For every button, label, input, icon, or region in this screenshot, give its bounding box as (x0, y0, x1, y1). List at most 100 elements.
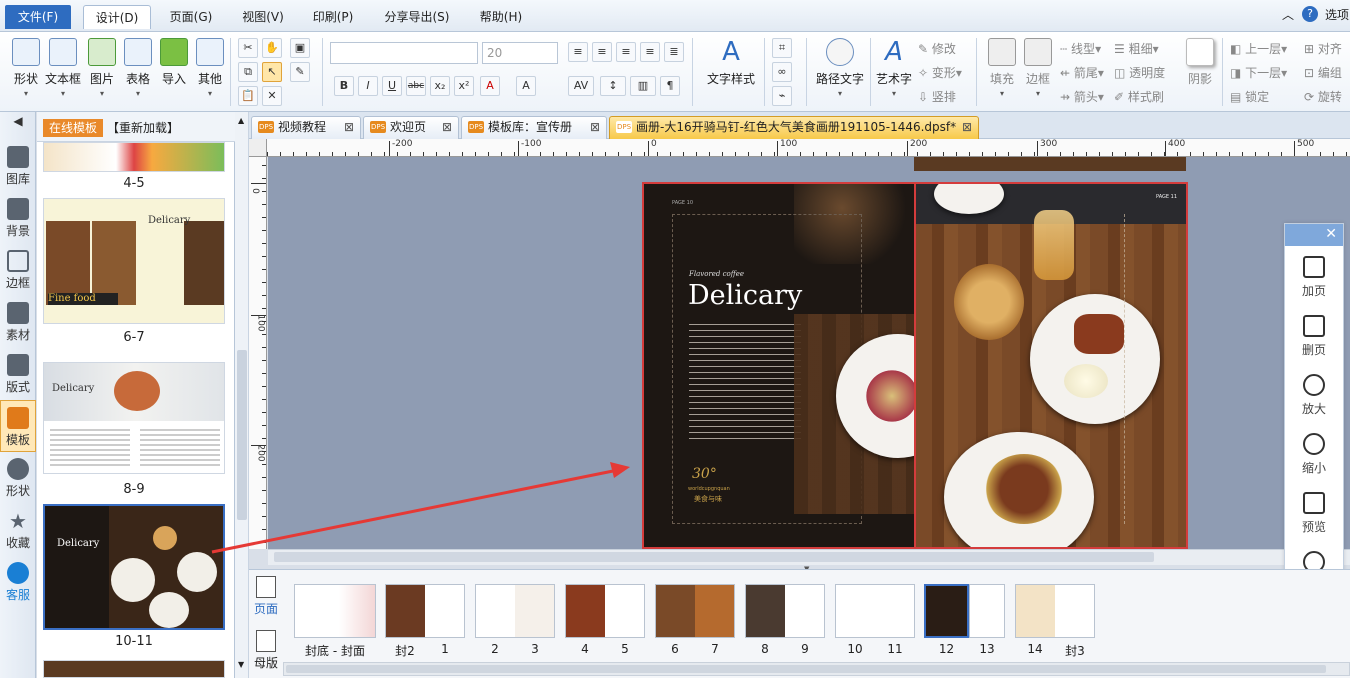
italic-button[interactable]: I (358, 76, 378, 96)
shape-button[interactable]: 形状 ▾ (8, 36, 44, 98)
tab-video-tutorial[interactable]: DPS 视频教程 ⊠ (251, 116, 361, 139)
strikethrough-button[interactable]: abc (406, 76, 426, 96)
scroll-up-icon[interactable]: ▲ (238, 116, 244, 125)
material-tab[interactable]: 素材 (0, 296, 36, 348)
image-button[interactable]: 图片 ▾ (84, 36, 120, 98)
tab-welcome[interactable]: DPS 欢迎页 ⊠ (363, 116, 459, 139)
page-strip-scrollbar[interactable] (283, 662, 1350, 676)
close-icon[interactable]: ✕ (1325, 226, 1337, 242)
page-thumb[interactable] (565, 584, 645, 638)
preview-button[interactable]: 预览 (1285, 492, 1343, 535)
tab-template-library[interactable]: DPS 模板库：宣传册 ⊠ (461, 116, 607, 139)
border-tab[interactable]: 边框 (0, 244, 36, 296)
flavored-subtitle[interactable]: Flavored coffee (689, 270, 744, 278)
hand-icon[interactable]: ✋ (262, 38, 282, 58)
close-icon[interactable]: ⊠ (962, 117, 972, 138)
text-style-button[interactable]: A 文字样式 (704, 36, 758, 87)
path-text-button[interactable]: 路径文字 ▾ (814, 36, 866, 98)
distribute-icon[interactable]: ≣ (664, 42, 684, 62)
page-spread[interactable]: PAGE 10 Flavored coffee Delicary 30° wor… (642, 182, 1188, 549)
justify-icon[interactable]: ≡ (640, 42, 660, 62)
table-button[interactable]: 表格 ▾ (120, 36, 156, 98)
pages-tab[interactable]: 页面 (249, 576, 283, 617)
master-tab[interactable]: 母版 (249, 630, 283, 671)
arrow-end-button[interactable]: ⇷ 箭尾▾ (1060, 64, 1104, 81)
textbox-button[interactable]: 文本框 ▾ (45, 36, 81, 98)
menu-print[interactable]: 印刷(P) (307, 5, 359, 29)
underline-button[interactable]: U (382, 76, 402, 96)
scroll-thumb[interactable] (274, 552, 1154, 562)
line-weight-button[interactable]: ☰ 粗细▾ (1114, 40, 1159, 57)
text-tool1-icon[interactable]: ⌗ (772, 38, 792, 58)
delete-icon[interactable]: ✕ (262, 86, 282, 106)
body-text-block[interactable] (689, 324, 801, 442)
lock-button[interactable]: ▤ 锁定 (1230, 88, 1269, 105)
tab-current-document[interactable]: DPS 画册-大16开骑马钉-红色大气美食画册191105-1446.dpsf* ⊠ (609, 116, 979, 139)
group-button[interactable]: ⊡ 编组 (1304, 64, 1342, 81)
canvas-horizontal-scrollbar[interactable] (268, 549, 1350, 565)
template-thumb-selected[interactable]: Delicary (43, 504, 225, 630)
transform-button[interactable]: ✧ 变形▾ (918, 64, 962, 81)
menu-view[interactable]: 视图(V) (237, 5, 289, 29)
page-thumb[interactable] (835, 584, 915, 638)
subscript-button[interactable]: x₂ (430, 76, 450, 96)
font-family-select[interactable] (330, 42, 478, 64)
number-label[interactable]: 30° (692, 466, 717, 482)
help-icon[interactable]: ? (1302, 6, 1318, 22)
template-thumb[interactable]: Delicary (43, 362, 225, 474)
template-thumb[interactable] (43, 142, 225, 172)
font-grow-button[interactable]: A (516, 76, 536, 96)
align-center-icon[interactable]: ≡ (592, 42, 612, 62)
close-icon[interactable]: ⊠ (344, 117, 354, 138)
font-size-select[interactable]: 20 (482, 42, 558, 64)
copy-icon[interactable]: ⧉ (238, 62, 258, 82)
menu-share-export[interactable]: 分享导出(S) (380, 5, 454, 29)
page-thumb[interactable] (475, 584, 555, 638)
spread-title[interactable]: Delicary (688, 280, 802, 311)
border-button[interactable]: 边框 ▾ (1020, 36, 1056, 98)
layout-tab[interactable]: 版式 (0, 348, 36, 400)
page-thumb-selected[interactable] (924, 584, 969, 638)
zoom-out-button[interactable]: 缩小 (1285, 433, 1343, 476)
paste-icon[interactable]: 📋 (238, 86, 258, 106)
delete-page-button[interactable]: 删页 (1285, 315, 1343, 358)
right-page[interactable]: PAGE 11 (914, 184, 1186, 547)
design-canvas[interactable]: PAGE 10 Flavored coffee Delicary 30° wor… (268, 157, 1350, 549)
paragraph-icon[interactable]: ¶ (660, 76, 680, 96)
template-thumb[interactable] (43, 660, 225, 678)
align-left-icon[interactable]: ≡ (568, 42, 588, 62)
page-thumb[interactable] (655, 584, 735, 638)
gallery-tab[interactable]: 图库 (0, 140, 36, 192)
page-thumb[interactable] (969, 584, 1005, 638)
superscript-button[interactable]: x² (454, 76, 474, 96)
collapse-panel-icon[interactable]: ◀ (0, 114, 36, 136)
style-brush-button[interactable]: ✐ 样式刷 (1114, 88, 1164, 105)
favorites-tab[interactable]: ★ 收藏 (0, 504, 36, 556)
select-pointer-icon[interactable]: ↖ (262, 62, 282, 82)
modify-button[interactable]: ✎ 修改 (918, 40, 956, 57)
rotate-button[interactable]: ⟳ 旋转 (1304, 88, 1342, 105)
page-thumb[interactable] (385, 584, 465, 638)
collapse-ribbon-icon[interactable]: ︿ (1282, 6, 1294, 23)
opacity-button[interactable]: ◫ 透明度 (1114, 64, 1165, 81)
format-brush-icon[interactable]: ✎ (290, 62, 310, 82)
close-icon[interactable]: ⊠ (590, 117, 600, 138)
font-color-button[interactable]: A (480, 76, 500, 96)
customer-service-tab[interactable]: 客服 (0, 556, 36, 608)
page-thumb[interactable] (1015, 584, 1095, 638)
char-spacing-icon[interactable]: AV (568, 76, 594, 96)
scroll-down-icon[interactable]: ▼ (238, 660, 244, 669)
options-button[interactable]: 选项 (1325, 6, 1349, 23)
menu-page[interactable]: 页面(G) (163, 5, 219, 29)
art-text-button[interactable]: A 艺术字 ▾ (874, 36, 914, 98)
close-icon[interactable]: ⊠ (442, 117, 452, 138)
shadow-button[interactable]: 阴影 (1182, 36, 1218, 87)
import-button[interactable]: 导入 (156, 36, 192, 87)
vertical-text-button[interactable]: ⇩ 竖排 (918, 88, 956, 105)
reload-button[interactable]: 【重新加载】 (107, 119, 179, 137)
scroll-thumb[interactable] (237, 350, 247, 520)
arrow-head-button[interactable]: ⇸ 箭头▾ (1060, 88, 1104, 105)
image-tool-icon[interactable]: ▣ (290, 38, 310, 58)
background-tab[interactable]: 背景 (0, 192, 36, 244)
page-thumb[interactable] (745, 584, 825, 638)
